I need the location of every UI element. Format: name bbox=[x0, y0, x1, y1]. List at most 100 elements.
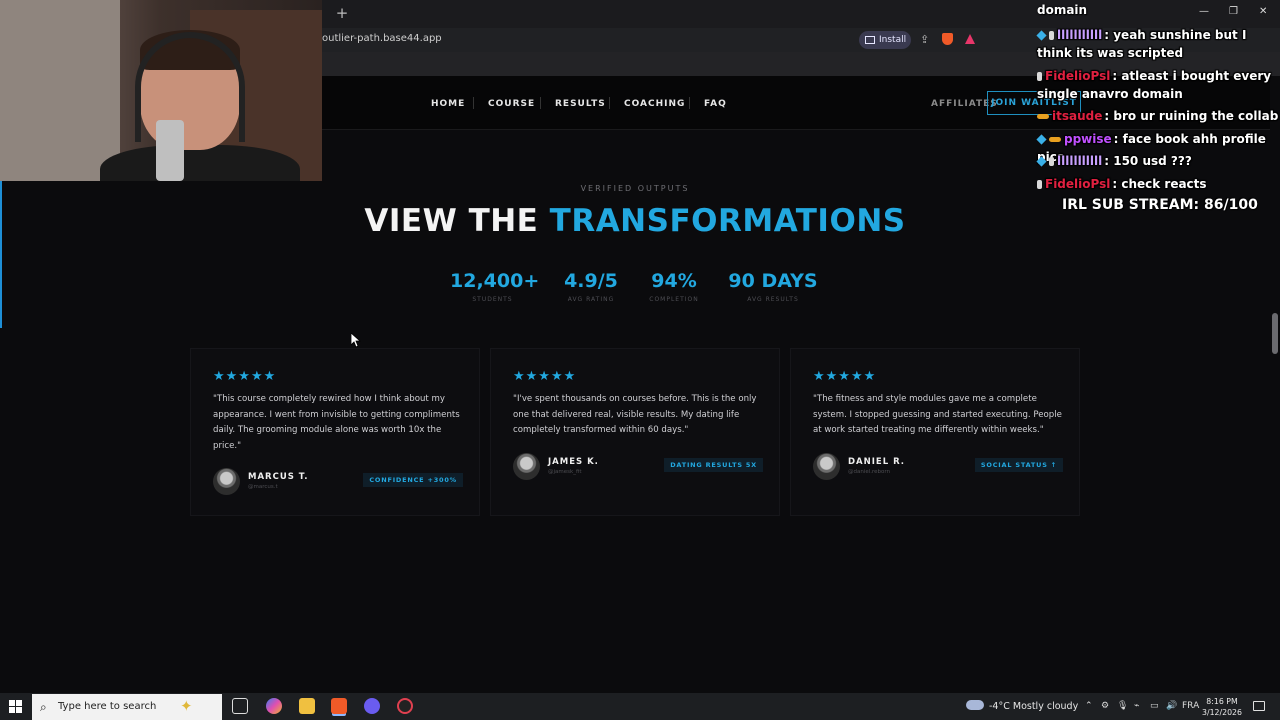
url-text[interactable]: outlier-path.base44.app bbox=[322, 33, 442, 44]
nav-divider bbox=[689, 97, 690, 109]
nav-divider bbox=[540, 97, 541, 109]
clock-time: 8:16 PM bbox=[1206, 697, 1238, 706]
bottle-badge-icon bbox=[1049, 31, 1054, 40]
search-icon: ⌕ bbox=[40, 700, 47, 714]
webcam-overlay bbox=[0, 0, 322, 181]
nav-results[interactable]: RESULTS bbox=[555, 99, 606, 109]
minimize-icon[interactable]: — bbox=[1199, 6, 1209, 17]
file-explorer-icon[interactable] bbox=[299, 698, 315, 714]
testimonial-card: ★★★★★ "The fitness and style modules gav… bbox=[790, 348, 1080, 516]
testimonial-card: ★★★★★ "This course completely rewired ho… bbox=[190, 348, 480, 516]
microphone-icon bbox=[156, 120, 184, 181]
network-icon[interactable]: ▭ bbox=[1150, 701, 1159, 711]
headline-blue: TRANSFORMATIONS bbox=[549, 203, 906, 239]
subscriber-badge-icon bbox=[1036, 30, 1047, 41]
weather-cloud-icon bbox=[966, 700, 984, 710]
chat-username: FidelioPsl bbox=[1045, 177, 1111, 191]
copilot-icon[interactable] bbox=[266, 698, 282, 714]
chat-username: itsaude bbox=[1052, 109, 1103, 123]
windows-start-icon[interactable] bbox=[9, 700, 22, 713]
nav-faq[interactable]: FAQ bbox=[704, 99, 727, 109]
headset-icon bbox=[135, 32, 245, 142]
chat-username: lllllllllll bbox=[1057, 28, 1103, 42]
subscriber-badge-icon bbox=[1036, 156, 1047, 167]
notification-icon[interactable] bbox=[1253, 701, 1265, 711]
star-rating: ★★★★★ bbox=[513, 369, 577, 384]
stat-value: 94% bbox=[651, 270, 697, 292]
volume-icon[interactable]: 🔊 bbox=[1166, 701, 1177, 711]
clock-date: 3/12/2026 bbox=[1202, 708, 1242, 717]
sub-stream-counter: IRL SUB STREAM: 86/100 bbox=[1062, 197, 1258, 213]
stat-results: 90 DAYS AVG RESULTS bbox=[727, 270, 819, 303]
stat-label: COMPLETION bbox=[649, 296, 699, 303]
brave-shield-icon[interactable] bbox=[942, 33, 953, 45]
result-badge: DATING RESULTS 5X bbox=[664, 458, 763, 472]
stat-value: 12,400+ bbox=[450, 270, 540, 292]
chat-message: FidelioPsl: check reacts bbox=[1037, 175, 1280, 193]
restore-icon[interactable]: ❐ bbox=[1229, 6, 1238, 17]
chat-overlay-title: domain bbox=[1037, 3, 1088, 17]
testimonial-author: DANIEL R. @daniel.reborn SOCIAL STATUS ↑ bbox=[813, 453, 1063, 481]
chat-message: lllllllllll: yeah sunshine but I think i… bbox=[1036, 26, 1280, 62]
chat-username: FidelioPsl bbox=[1045, 69, 1111, 83]
headline-white: VIEW THE bbox=[364, 203, 539, 239]
stat-rating: 4.9/5 AVG RATING bbox=[560, 270, 622, 303]
brave-rewards-icon[interactable] bbox=[965, 34, 975, 44]
nav-divider bbox=[473, 97, 474, 109]
nav-divider bbox=[609, 97, 610, 109]
result-badge: SOCIAL STATUS ↑ bbox=[974, 458, 1063, 472]
stat-students: 12,400+ STUDENTS bbox=[450, 270, 540, 303]
result-badge: CONFIDENCE +300% bbox=[363, 473, 463, 487]
bottle-badge-icon bbox=[1037, 180, 1042, 189]
avatar bbox=[213, 468, 240, 495]
bottle-badge-icon bbox=[1037, 72, 1042, 81]
nav-course[interactable]: COURSE bbox=[488, 99, 535, 109]
share-icon[interactable]: ⇪ bbox=[920, 33, 929, 46]
nav-home[interactable]: HOME bbox=[431, 99, 465, 109]
weather-text[interactable]: -4°C Mostly cloudy bbox=[989, 701, 1078, 712]
obs-icon[interactable] bbox=[397, 698, 413, 714]
stat-value: 90 DAYS bbox=[728, 270, 818, 292]
stat-label: AVG RATING bbox=[567, 296, 615, 303]
testimonial-card: ★★★★★ "I've spent thousands on courses b… bbox=[490, 348, 780, 516]
usb-icon[interactable]: ⌁ bbox=[1134, 701, 1139, 711]
nav-coaching[interactable]: COACHING bbox=[624, 99, 685, 109]
avatar bbox=[513, 453, 540, 480]
testimonial-quote: "This course completely rewired how I th… bbox=[213, 394, 460, 451]
tray-chevron-icon[interactable]: ⌃ bbox=[1085, 701, 1093, 711]
author-handle: @marcus.t bbox=[248, 484, 278, 490]
microphone-tray-icon[interactable]: 🎙 bbox=[1117, 701, 1128, 711]
star-rating: ★★★★★ bbox=[813, 369, 877, 384]
chat-message: itsaude: bro ur ruining the collab bbox=[1037, 107, 1280, 125]
author-handle: @daniel.reborn bbox=[848, 469, 891, 475]
author-name: DANIEL R. bbox=[848, 457, 906, 467]
search-placeholder: Type here to search bbox=[58, 701, 157, 712]
chat-username: lllllllllll bbox=[1057, 154, 1103, 168]
language-indicator[interactable]: FRA bbox=[1182, 701, 1199, 711]
tray-app-icon[interactable]: ⚙ bbox=[1101, 701, 1109, 711]
webcam-background bbox=[0, 0, 120, 181]
subscriber-badge-icon bbox=[1036, 134, 1047, 145]
pill-badge-icon bbox=[1049, 137, 1061, 142]
new-tab-button[interactable]: + bbox=[334, 5, 350, 21]
discord-icon[interactable] bbox=[364, 698, 380, 714]
chat-message: lllllllllll: 150 usd ??? bbox=[1036, 152, 1280, 170]
star-rating: ★★★★★ bbox=[213, 369, 277, 384]
author-name: MARCUS T. bbox=[248, 472, 309, 482]
task-view-icon[interactable] bbox=[232, 698, 248, 714]
bottle-badge-icon bbox=[1049, 157, 1054, 166]
testimonial-author: JAMES K. @jamesk_fit DATING RESULTS 5X bbox=[513, 453, 763, 481]
install-icon bbox=[865, 36, 875, 44]
stat-completion: 94% COMPLETION bbox=[646, 270, 702, 303]
author-handle: @jamesk_fit bbox=[548, 469, 582, 475]
scrollbar-thumb[interactable] bbox=[1272, 313, 1278, 354]
install-button[interactable]: Install bbox=[859, 31, 911, 49]
testimonial-quote: "I've spent thousands on courses before.… bbox=[513, 394, 757, 435]
chat-text: : 150 usd ??? bbox=[1104, 154, 1192, 168]
taskbar-search[interactable]: ⌕ Type here to search ✦ bbox=[32, 694, 222, 720]
chat-username: ppwise bbox=[1064, 132, 1112, 146]
close-icon[interactable]: ✕ bbox=[1259, 6, 1267, 17]
taskbar-clock[interactable]: 8:16 PM 3/12/2026 bbox=[1199, 696, 1245, 718]
brave-browser-icon[interactable] bbox=[331, 698, 347, 714]
stat-label: AVG RESULTS bbox=[747, 296, 799, 303]
